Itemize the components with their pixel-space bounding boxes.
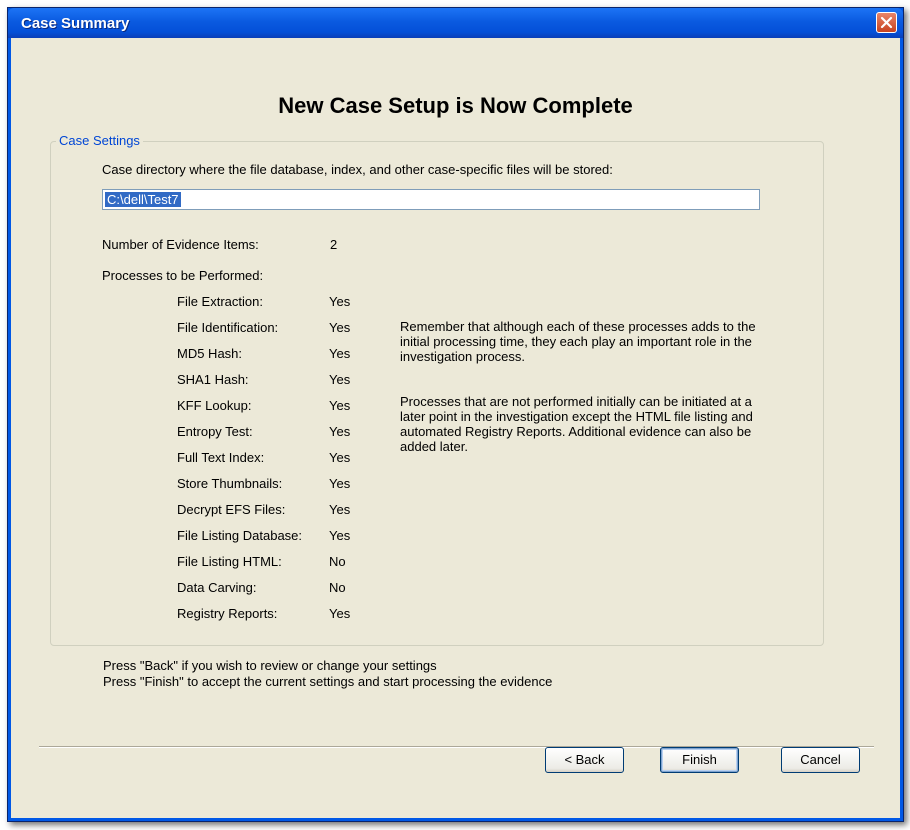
page-heading: New Case Setup is Now Complete — [278, 93, 633, 118]
process-value: Yes — [329, 346, 351, 361]
process-value: Yes — [329, 294, 351, 309]
process-value: No — [329, 580, 346, 595]
process-name: Full Text Index: — [177, 450, 265, 465]
process-value: Yes — [329, 528, 351, 543]
directory-prompt: Case directory where the file database, … — [102, 162, 613, 177]
back-hint: Press "Back" if you wish to review or ch… — [103, 658, 437, 673]
processes-label: Processes to be Performed: — [102, 268, 264, 283]
process-value: Yes — [329, 450, 351, 465]
evidence-count-label: Number of Evidence Items: — [102, 237, 259, 252]
process-name: KFF Lookup: — [177, 398, 252, 413]
process-value: Yes — [329, 372, 351, 387]
process-value: Yes — [329, 320, 351, 335]
process-name: File Listing Database: — [177, 528, 303, 543]
process-name: File Identification: — [177, 320, 279, 335]
process-name: Data Carving: — [177, 580, 257, 595]
footer-separator — [39, 746, 874, 748]
finish-hint: Press "Finish" to accept the current set… — [103, 674, 553, 689]
process-name: File Extraction: — [177, 294, 263, 309]
later-processing-note: Processes that are not performed initial… — [400, 394, 753, 454]
case-summary-window: Case Summary New Case Setup is Now Compl… — [7, 7, 904, 822]
case-directory-value: C:\dell\Test7 — [105, 192, 181, 207]
process-value: No — [329, 554, 346, 569]
processing-time-note: Remember that although each of these pro… — [400, 319, 756, 364]
process-value: Yes — [329, 502, 351, 517]
title-bar[interactable]: Case Summary — [8, 8, 903, 38]
dialog-body: New Case Setup is Now Complete Case Sett… — [11, 38, 900, 818]
process-name: Registry Reports: — [177, 606, 278, 621]
process-value: Yes — [329, 476, 351, 491]
process-name: Decrypt EFS Files: — [177, 502, 286, 517]
evidence-count-value: 2 — [330, 237, 338, 252]
finish-button[interactable]: Finish — [660, 747, 739, 773]
case-directory-field[interactable]: C:\dell\Test7 — [102, 189, 760, 210]
case-settings-label: Case Settings — [56, 133, 143, 148]
process-value: Yes — [329, 398, 351, 413]
cancel-button[interactable]: Cancel — [781, 747, 860, 773]
case-settings-group: Case Settings Case directory where the f… — [50, 133, 824, 646]
process-value: Yes — [329, 606, 351, 621]
process-name: File Listing HTML: — [177, 554, 282, 569]
process-name: SHA1 Hash: — [177, 372, 249, 387]
close-icon — [880, 16, 893, 29]
close-button[interactable] — [876, 12, 897, 33]
process-value: Yes — [329, 424, 351, 439]
window-title: Case Summary — [21, 15, 130, 32]
process-name: MD5 Hash: — [177, 346, 243, 361]
process-name: Store Thumbnails: — [177, 476, 283, 491]
process-name: Entropy Test: — [177, 424, 253, 439]
back-button[interactable]: < Back — [545, 747, 624, 773]
